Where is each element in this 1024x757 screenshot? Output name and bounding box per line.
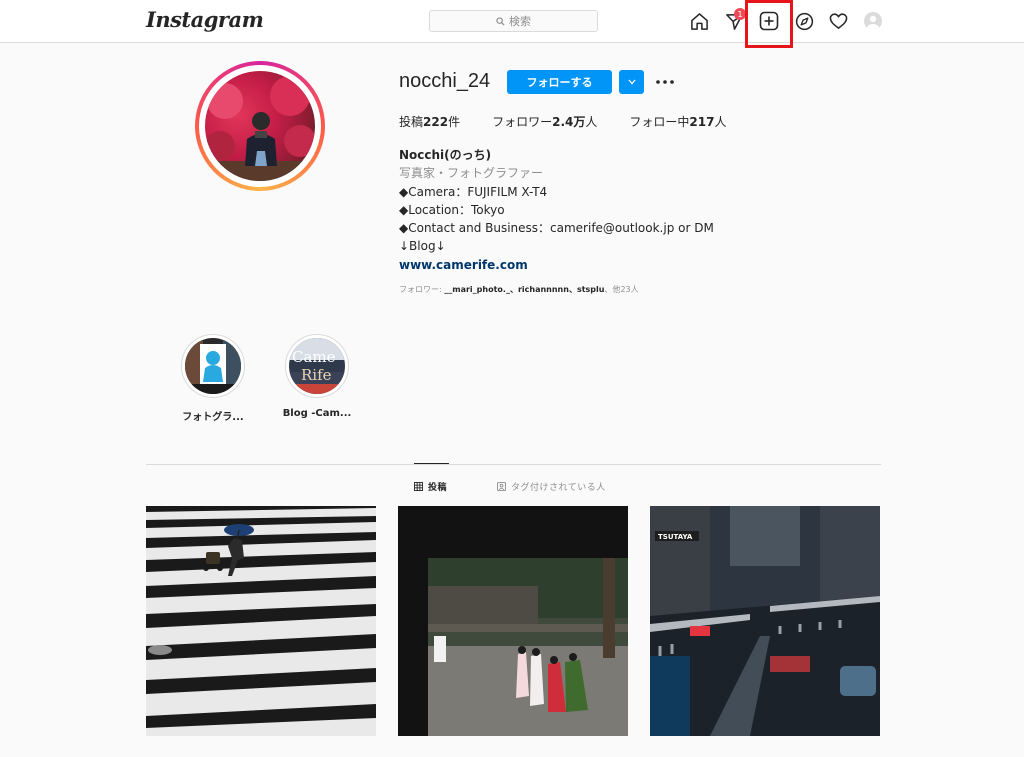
search-icon: [496, 16, 505, 26]
search-input[interactable]: 検索: [429, 10, 598, 32]
highlight-cover-photo: Came Rife: [289, 338, 345, 394]
post-thumbnail[interactable]: [146, 506, 376, 736]
bio-line: ◆Contact and Business：camerife@outlook.j…: [399, 221, 714, 236]
profile-picture[interactable]: [195, 61, 325, 191]
followers-count[interactable]: フォロワー2.4万人: [492, 113, 597, 130]
post-thumbnail[interactable]: [398, 506, 628, 736]
chevron-down-icon: [628, 79, 635, 85]
profile-avatar-icon[interactable]: [864, 12, 882, 30]
story-highlight-blog[interactable]: Came Rife Blog -Cam...: [277, 334, 357, 419]
explore-icon[interactable]: [794, 11, 814, 31]
profile-username: nocchi_24: [399, 70, 491, 92]
svg-text:Rife: Rife: [301, 366, 332, 384]
tagged-user-icon: [497, 482, 506, 491]
instagram-logo[interactable]: Instagram: [146, 7, 264, 32]
svg-text:TSUTAYA: TSUTAYA: [658, 533, 693, 541]
home-icon[interactable]: [689, 11, 709, 31]
tabs-divider: [146, 464, 881, 465]
active-tab-indicator: [414, 463, 449, 464]
profile-photo: [205, 71, 315, 181]
following-count[interactable]: フォロー中217人: [629, 113, 726, 130]
followed-by-text[interactable]: フォロワー: __mari_photo._、richannnnn、stsplu、…: [399, 284, 639, 295]
more-options-icon[interactable]: [655, 70, 675, 94]
profile-stats: 投稿222件 フォロワー2.4万人 フォロー中217人: [399, 113, 758, 130]
highlight-label: Blog -Cam...: [282, 408, 352, 419]
annotation-highlight-box: [745, 0, 793, 48]
svg-text:Came: Came: [292, 348, 336, 366]
grid-icon: [414, 482, 423, 491]
follow-button[interactable]: フォローする: [507, 70, 612, 94]
bio-line: ◆Location：Tokyo: [399, 202, 505, 217]
bio-website-link[interactable]: www.camerife.com: [399, 256, 714, 274]
tab-posts[interactable]: 投稿: [414, 480, 447, 493]
profile-bio: Nocchi(のっち) 写真家・フォトグラファー ◆Camera：FUJIFIL…: [399, 146, 714, 274]
posts-count: 投稿222件: [399, 115, 461, 129]
tab-tagged[interactable]: タグ付けされている人: [497, 480, 606, 493]
bio-line: ↓Blog↓: [399, 239, 446, 254]
bio-name: Nocchi(のっち): [399, 148, 492, 162]
highlight-label: フォトグラ...: [182, 412, 244, 423]
story-highlight-photographer[interactable]: フォトグラ...: [173, 334, 253, 423]
suggested-accounts-button[interactable]: [619, 70, 644, 94]
activity-heart-icon[interactable]: [828, 11, 848, 31]
bio-category: 写真家・フォトグラファー: [399, 166, 544, 181]
post-thumbnail[interactable]: TSUTAYA: [650, 506, 880, 736]
bio-line: ◆Camera：FUJIFILM X-T4: [399, 184, 548, 199]
highlight-cover-photo: [185, 338, 241, 394]
top-nav: Instagram 検索 1: [0, 0, 1024, 48]
search-placeholder: 検索: [509, 15, 531, 28]
